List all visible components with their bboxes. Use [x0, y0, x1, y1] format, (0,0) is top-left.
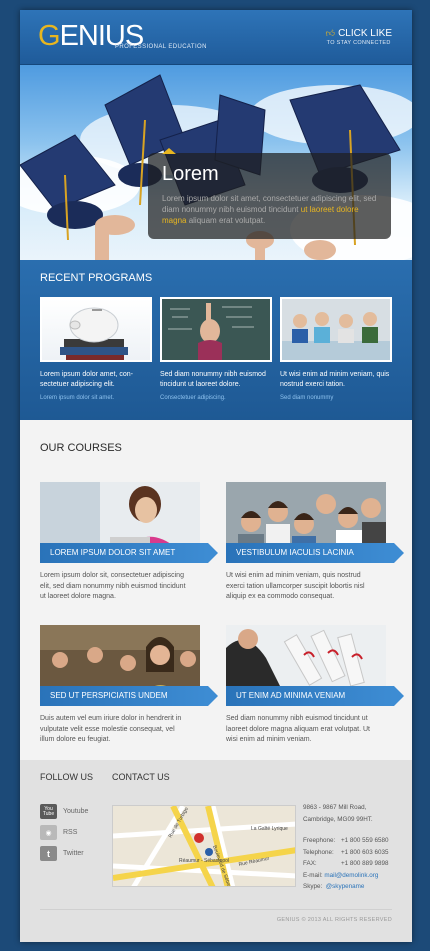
section-title: OUR COURSES — [40, 442, 122, 454]
freephone-value: +1 800 559 6580 — [341, 837, 389, 844]
program-item: Sed diam nonummy nibh euismod tincidunt … — [160, 297, 272, 401]
logo-tagline: PROFESSIONAL EDUCATION — [115, 44, 207, 50]
course-title-ribbon[interactable]: SED UT PERSPICIATIS UNDEM — [40, 686, 218, 706]
course-description: Sed diam nonummy nibh euismod tincidunt … — [226, 715, 370, 743]
contact-info: 9863 - 9867 Mill Road, Cambridge, MG09 9… — [303, 802, 403, 893]
map-label: Réaumur - Sébastopol — [179, 858, 229, 864]
course-title-ribbon[interactable]: UT ENIM AD MINIMA VENIAM — [226, 686, 404, 706]
course-description: Ut wisi enim ad minim veniam, quis nostr… — [226, 572, 365, 600]
course-description: Lorem ipsum dolor sit, consectetuer adip… — [40, 572, 186, 600]
program-item: Ut wisi enim ad minim veniam, quis nostr… — [280, 297, 392, 401]
social-link-youtube[interactable]: You Tube Youtube — [40, 804, 88, 819]
course-card: UT ENIM AD MINIMA VENIAM Sed diam nonumm… — [226, 625, 404, 746]
program-link[interactable]: Consectetuer adipiscing. — [160, 395, 272, 401]
course-title-ribbon[interactable]: VESTIBULUM IACULIS LACINIA — [226, 543, 404, 563]
course-card: VESTIBULUM IACULIS LACINIA Ut wisi enim … — [226, 482, 404, 603]
thumbs-up-icon: 👍︎ — [325, 28, 336, 38]
hero-slider: Lorem Lorem ipsum dolor sit amet, consec… — [20, 65, 412, 260]
social-link-rss[interactable]: ◉ RSS — [40, 825, 77, 840]
skype-link[interactable]: @skypename — [326, 881, 365, 893]
program-link[interactable]: Sed diam nonummy — [280, 395, 392, 401]
course-description: Duis autem vel eum iriure dolor in hendr… — [40, 715, 182, 743]
twitter-icon: t — [40, 846, 57, 861]
social-label: Twitter — [63, 850, 84, 857]
social-link-twitter[interactable]: t Twitter — [40, 846, 84, 861]
address-line: 9863 - 9867 Mill Road, — [303, 804, 367, 811]
skype-label: Skype: — [303, 883, 323, 890]
telephone-label: Telephone: — [303, 848, 334, 856]
caption-accent — [162, 148, 176, 154]
like-sublabel: TO STAY CONNECTED — [326, 40, 391, 46]
click-like-button[interactable]: 👍︎ CLICK LIKE TO STAY CONNECTED — [326, 28, 392, 46]
location-map[interactable]: Rue de Turbigo Boulevard de Sébastopol R… — [112, 805, 296, 887]
map-label: La Gaîté Lyrique — [251, 826, 288, 832]
cap-board — [20, 134, 116, 211]
footer: FOLLOW US CONTACT US You Tube Youtube ◉ … — [20, 760, 412, 942]
email-link[interactable]: mail@demolink.org — [324, 870, 378, 882]
page: GENIUS PROFESSIONAL EDUCATION 👍︎ CLICK LI… — [20, 10, 412, 942]
email-label: E-mail: — [303, 871, 323, 879]
social-label: RSS — [63, 829, 78, 836]
logo-initial: G — [38, 20, 61, 52]
telephone-value: +1 800 603 6035 — [341, 848, 389, 856]
program-link[interactable]: Lorem ipsum dolor sit amet. — [40, 395, 152, 401]
piggy-bank-image[interactable] — [40, 297, 152, 362]
hero-caption: Lorem Lorem ipsum dolor sit amet, consec… — [148, 148, 391, 239]
recent-programs-section: RECENT PROGRAMS Lorem ipsum dolor amet, … — [20, 260, 412, 420]
header: GENIUS PROFESSIONAL EDUCATION 👍︎ CLICK LI… — [20, 10, 412, 65]
youtube-icon: You Tube — [40, 804, 57, 819]
contact-us-title: CONTACT US — [112, 772, 170, 782]
follow-us-title: FOLLOW US — [40, 772, 94, 782]
chalkboard-image[interactable] — [160, 297, 272, 362]
students-image[interactable] — [280, 297, 392, 362]
footer-divider — [40, 909, 392, 910]
like-label: CLICK LIKE — [338, 28, 392, 39]
program-text: Lorem ipsum dolor amet, con-sectetuer ad… — [40, 371, 133, 388]
hero-text: Lorem ipsum dolor sit amet, consectetuer… — [162, 194, 377, 225]
rss-icon: ◉ — [40, 825, 57, 840]
hero-title: Lorem — [162, 163, 219, 185]
course-card: LOREM IPSUM DOLOR SIT AMET Lorem ipsum d… — [40, 482, 218, 603]
copyright: GENIUS © 2013 ALL RIGHTS RESERVED — [276, 917, 392, 923]
program-text: Ut wisi enim ad minim veniam, quis nostr… — [280, 371, 390, 388]
course-card: SED UT PERSPICIATIS UNDEM Duis autem vel… — [40, 625, 218, 746]
program-item: Lorem ipsum dolor amet, con-sectetuer ad… — [40, 297, 152, 401]
program-text: Sed diam nonummy nibh euismod tincidunt … — [160, 371, 266, 388]
our-courses-section: OUR COURSES LOREM IPSUM DOLOR SIT AMET L… — [20, 420, 412, 760]
fax-value: +1 800 889 9898 — [341, 860, 389, 867]
freephone-label: Freephone: — [303, 837, 336, 844]
section-title: RECENT PROGRAMS — [40, 272, 153, 284]
course-title-ribbon[interactable]: LOREM IPSUM DOLOR SIT AMET — [40, 543, 218, 563]
social-label: Youtube — [63, 808, 89, 815]
address-line: Cambridge, MG09 99HT. — [303, 815, 373, 823]
fax-label: FAX: — [303, 860, 317, 867]
